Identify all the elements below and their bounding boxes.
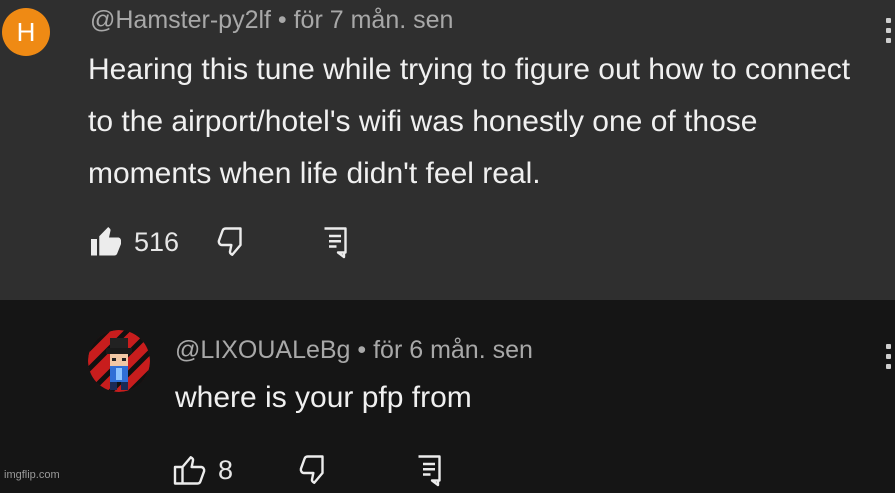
thumbs-up-filled-icon[interactable] xyxy=(88,224,124,260)
more-options-icon[interactable] xyxy=(886,344,891,369)
comment-actions: 516 xyxy=(88,224,353,260)
comment-meta: @LIXOUALeBg • för 6 mån. sen xyxy=(175,336,533,364)
like-count: 516 xyxy=(134,226,180,257)
avatar[interactable] xyxy=(88,330,150,392)
thumbs-up-icon[interactable] xyxy=(172,452,208,488)
comment-text: where is your pfp from xyxy=(175,381,472,414)
comment-meta: @Hamster-py2lf • för 7 mån. sen xyxy=(90,6,454,34)
like-count: 8 xyxy=(218,454,234,485)
more-options-icon[interactable] xyxy=(886,18,891,43)
comment-actions: 8 xyxy=(172,452,447,488)
comment-hamster: H @Hamster-py2lf • för 7 mån. sen Hearin… xyxy=(0,0,895,300)
thumbs-down-icon[interactable] xyxy=(215,224,251,260)
reply-icon[interactable] xyxy=(317,224,353,260)
thumbs-down-icon[interactable] xyxy=(297,452,333,488)
watermark: imgflip.com xyxy=(4,469,60,481)
comment-text: Hearing this tune while trying to figure… xyxy=(88,53,851,190)
reply-icon[interactable] xyxy=(411,452,447,488)
comment-lixoualebg: @LIXOUALeBg • för 6 mån. sen where is yo… xyxy=(0,300,895,488)
avatar[interactable]: H xyxy=(2,8,50,56)
